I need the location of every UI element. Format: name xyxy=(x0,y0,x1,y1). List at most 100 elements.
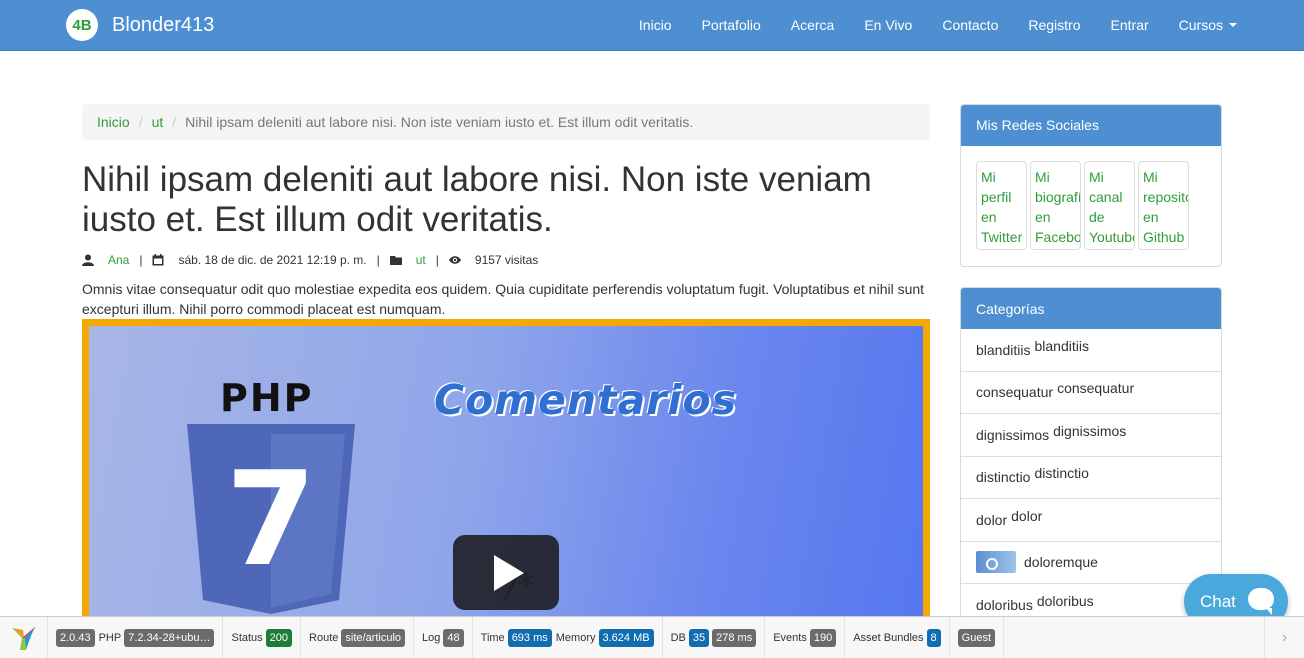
category-label: distinctio xyxy=(1034,465,1089,482)
social-link-line: Github xyxy=(1143,229,1185,245)
debug-logo[interactable] xyxy=(0,617,48,658)
debug-bundles-block[interactable]: Asset Bundles 8 xyxy=(845,617,950,658)
php-version-badge: 7.2.34-28+ubu… xyxy=(124,628,215,647)
brand-logo-text: 4B xyxy=(72,16,92,34)
play-icon xyxy=(494,554,524,591)
social-link-line: en xyxy=(1035,209,1051,225)
user-icon xyxy=(82,254,94,266)
debug-php-block[interactable]: 2.0.43 PHP 7.2.34-28+ubu… xyxy=(48,617,224,658)
article-category[interactable]: ut xyxy=(416,253,426,267)
social-link-line: en xyxy=(1143,209,1159,225)
bundles-label: Asset Bundles xyxy=(853,631,924,644)
social-link-line: Mi xyxy=(1035,169,1050,185)
video-heading: Comentarios xyxy=(434,376,738,424)
category-label: doloribus xyxy=(1036,592,1094,609)
article-visits: 9157 visitas xyxy=(474,253,539,267)
category-label: consequatur xyxy=(1057,380,1135,397)
social-link-github[interactable]: Mi repositorio en Github xyxy=(1138,161,1189,250)
debug-db-block[interactable]: DB 35 278 ms xyxy=(663,617,766,658)
events-badge: 190 xyxy=(809,628,837,647)
social-link-youtube[interactable]: Mi canal de Youtube xyxy=(1084,161,1135,250)
category-item[interactable]: distinctio distinctio xyxy=(961,457,1221,499)
category-name: distinctio xyxy=(976,469,1031,486)
category-name: dignissimos xyxy=(976,426,1050,443)
social-panel-heading: Mis Redes Sociales xyxy=(961,105,1221,146)
social-link-line: en xyxy=(981,209,997,225)
nav-item-en-vivo[interactable]: En Vivo xyxy=(864,17,912,33)
categories-panel-heading: Categorías xyxy=(961,288,1221,329)
chevron-right-icon: › xyxy=(1281,628,1288,646)
nav-item-contacto[interactable]: Contacto xyxy=(942,17,998,33)
social-links: Mi perfil en Twitter Mi biografía en Fac… xyxy=(961,146,1221,250)
debug-time-block[interactable]: Time 693 ms Memory 3.624 MB xyxy=(473,617,663,658)
social-link-line: Youtube xyxy=(1089,229,1135,245)
article-meta: Ana | sáb. 18 de dic. de 2021 12:19 p. m… xyxy=(82,252,538,268)
nav-item-entrar[interactable]: Entrar xyxy=(1111,17,1149,33)
social-link-line: Mi xyxy=(1143,169,1158,185)
debug-toggle-button[interactable]: › xyxy=(1264,617,1304,658)
debug-toolbar: 2.0.43 PHP 7.2.34-28+ubu… Status 200 Rou… xyxy=(0,616,1304,658)
nav-item-inicio[interactable]: Inicio xyxy=(639,17,672,33)
category-thumbnail-icon xyxy=(976,551,1016,574)
social-link-line: repositorio xyxy=(1143,189,1188,205)
nav-item-acerca[interactable]: Acerca xyxy=(791,17,835,33)
main-nav: Inicio Portafolio Acerca En Vivo Contact… xyxy=(609,0,1237,50)
debug-log-block[interactable]: Log 48 xyxy=(414,617,473,658)
db-time-badge: 278 ms xyxy=(712,628,757,647)
category-item[interactable]: doloremque xyxy=(961,542,1221,584)
category-name: blanditiis xyxy=(976,341,1031,358)
video-php-text: PHP xyxy=(220,376,314,420)
category-item[interactable]: dignissimos dignissimos xyxy=(961,414,1221,457)
route-badge: site/articulo xyxy=(341,628,406,647)
video-thumbnail: PHP Comentarios 7 /* xyxy=(89,326,923,629)
category-label: dignissimos xyxy=(1053,422,1127,439)
category-name: doloribus xyxy=(976,596,1033,613)
nav-item-registro[interactable]: Registro xyxy=(1028,17,1080,33)
breadcrumb-current: Nihil ipsam deleniti aut labore nisi. No… xyxy=(185,114,694,130)
article-author[interactable]: Ana xyxy=(108,253,129,267)
breadcrumb-separator: / xyxy=(172,114,177,130)
social-link-line: perfil xyxy=(981,189,1012,205)
calendar-icon xyxy=(152,254,164,266)
eye-icon xyxy=(448,256,461,264)
social-panel: Mis Redes Sociales Mi perfil en Twitter … xyxy=(960,104,1222,267)
debug-status-block[interactable]: Status 200 xyxy=(223,617,302,658)
category-name: consequatur xyxy=(976,384,1054,401)
nav-item-portafolio[interactable]: Portafolio xyxy=(702,17,761,33)
log-label: Log xyxy=(422,631,441,644)
breadcrumb: Inicio / ut / Nihil ipsam deleniti aut l… xyxy=(82,104,930,140)
log-badge: 48 xyxy=(443,628,464,647)
debug-user-block[interactable]: Guest xyxy=(950,617,1005,658)
meta-separator: | xyxy=(139,253,143,267)
article-lead: Omnis vitae consequatur odit quo molesti… xyxy=(82,281,925,317)
breadcrumb-category[interactable]: ut xyxy=(152,114,164,130)
status-label: Status xyxy=(231,631,263,644)
brand-logo-icon: 4B xyxy=(66,9,98,41)
db-queries-badge: 35 xyxy=(688,628,710,647)
nav-item-cursos-label: Cursos xyxy=(1178,17,1223,33)
article-title: Nihil ipsam deleniti aut labore nisi. No… xyxy=(82,160,872,239)
category-item[interactable]: blanditiis blanditiis xyxy=(961,329,1221,372)
social-link-twitter[interactable]: Mi perfil en Twitter xyxy=(976,161,1027,250)
user-badge: Guest xyxy=(957,628,996,647)
social-link-line: Twitter xyxy=(981,229,1023,245)
php-shield-icon: 7 xyxy=(187,424,355,614)
chat-bubble-icon xyxy=(1248,588,1274,615)
social-link-facebook[interactable]: Mi biografía en Facebook xyxy=(1030,161,1081,250)
breadcrumb-home[interactable]: Inicio xyxy=(97,114,130,130)
article-date: sáb. 18 de dic. de 2021 12:19 p. m. xyxy=(178,253,367,267)
navbar: 4B Blonder413 Inicio Portafolio Acerca E… xyxy=(0,0,1304,51)
debug-events-block[interactable]: Events 190 xyxy=(765,617,846,658)
video-player[interactable]: PHP Comentarios 7 /* xyxy=(82,319,930,629)
social-link-line: canal xyxy=(1089,189,1123,205)
brand[interactable]: 4B Blonder413 xyxy=(66,9,214,41)
bundles-badge: 8 xyxy=(926,628,941,647)
category-item[interactable]: consequatur consequatur xyxy=(961,372,1221,414)
play-button[interactable] xyxy=(453,535,559,610)
memory-label: Memory xyxy=(555,631,596,644)
nav-item-cursos-dropdown[interactable]: Cursos xyxy=(1179,17,1237,33)
category-item[interactable]: dolor dolor xyxy=(961,499,1221,542)
debug-route-block[interactable]: Route site/articulo xyxy=(301,617,415,658)
category-label: blanditiis xyxy=(1034,337,1089,354)
meta-separator: | xyxy=(435,253,439,267)
